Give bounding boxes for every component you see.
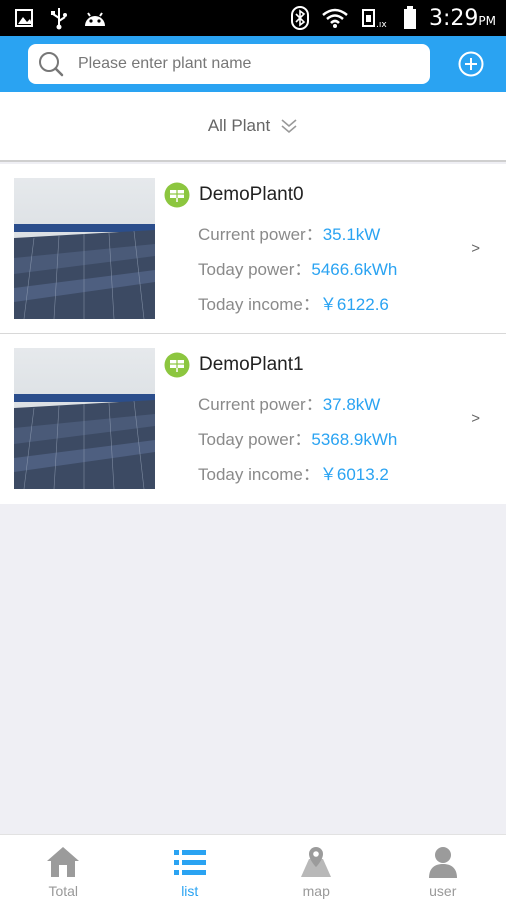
- filter-label: All Plant: [207, 116, 271, 135]
- search-icon: [36, 49, 66, 79]
- plant-name: DemoPlant0: [199, 184, 304, 205]
- chevron-right-icon[interactable]: >: [471, 410, 480, 427]
- svg-text:!: !: [30, 12, 34, 22]
- wifi-icon: [321, 7, 349, 29]
- current-power-row: Current power：35.1kW: [198, 225, 381, 244]
- today-power-value: 5368.9kWh: [311, 430, 398, 449]
- android-icon: [82, 8, 108, 28]
- plant-list: DemoPlant0 Current power：35.1kW Today po…: [0, 164, 506, 504]
- today-income-value: ￥6013.2: [319, 465, 389, 484]
- plant-filter-dropdown[interactable]: All Plant: [0, 92, 506, 162]
- today-power-value: 5466.6kWh: [311, 260, 398, 279]
- solar-plant-icon: [164, 182, 190, 208]
- battery-icon: [403, 6, 417, 30]
- chevron-right-icon[interactable]: >: [471, 240, 480, 257]
- today-power-row: Today power：5466.6kWh: [198, 260, 398, 279]
- plant-card[interactable]: DemoPlant1 Current power：37.8kW Today po…: [0, 334, 506, 504]
- top-bar: [0, 36, 506, 92]
- user-icon: [428, 843, 458, 881]
- today-income-row: Today income：￥6122.6: [198, 295, 389, 314]
- tab-label: map: [302, 883, 330, 899]
- bluetooth-icon: [291, 6, 309, 30]
- double-chevron-down-icon: [280, 117, 298, 135]
- plant-name: DemoPlant1: [199, 354, 304, 375]
- bottom-tab-bar: Total list map user: [0, 834, 506, 900]
- solar-plant-icon: [164, 352, 190, 378]
- plant-card[interactable]: DemoPlant0 Current power：35.1kW Today po…: [0, 164, 506, 334]
- search-box[interactable]: [28, 44, 430, 84]
- today-power-row: Today power：5368.9kWh: [198, 430, 398, 449]
- tab-label: user: [429, 883, 457, 899]
- plant-photo: [14, 348, 155, 489]
- tab-label: Total: [48, 883, 79, 899]
- tab-label: list: [181, 883, 199, 899]
- search-input[interactable]: [78, 55, 408, 73]
- tab-total[interactable]: Total: [0, 835, 127, 900]
- usb-icon: [50, 6, 68, 30]
- list-icon: [173, 843, 206, 881]
- current-power-row: Current power：37.8kW: [198, 395, 381, 414]
- today-income-value: ￥6122.6: [319, 295, 389, 314]
- plus-circle-icon: [458, 51, 484, 77]
- tab-list[interactable]: list: [127, 835, 254, 900]
- status-bar: ! .ıx 3:29PM: [0, 0, 506, 36]
- house-icon: [45, 843, 81, 881]
- tab-map[interactable]: map: [253, 835, 380, 900]
- plant-name-row: DemoPlant0: [164, 182, 304, 208]
- svg-text:.ıx: .ıx: [376, 20, 387, 29]
- add-plant-button[interactable]: [457, 50, 485, 78]
- plant-name-row: DemoPlant1: [164, 352, 304, 378]
- tab-user[interactable]: user: [380, 835, 506, 900]
- sim-signal-icon: .ıx: [361, 7, 391, 29]
- today-income-row: Today income：￥6013.2: [198, 465, 389, 484]
- plant-photo: [14, 178, 155, 319]
- alert-image-icon: !: [14, 7, 36, 29]
- clock: 3:29PM: [429, 5, 496, 31]
- map-pin-icon: [299, 843, 333, 881]
- current-power-value: 35.1kW: [322, 225, 381, 244]
- current-power-value: 37.8kW: [322, 395, 381, 414]
